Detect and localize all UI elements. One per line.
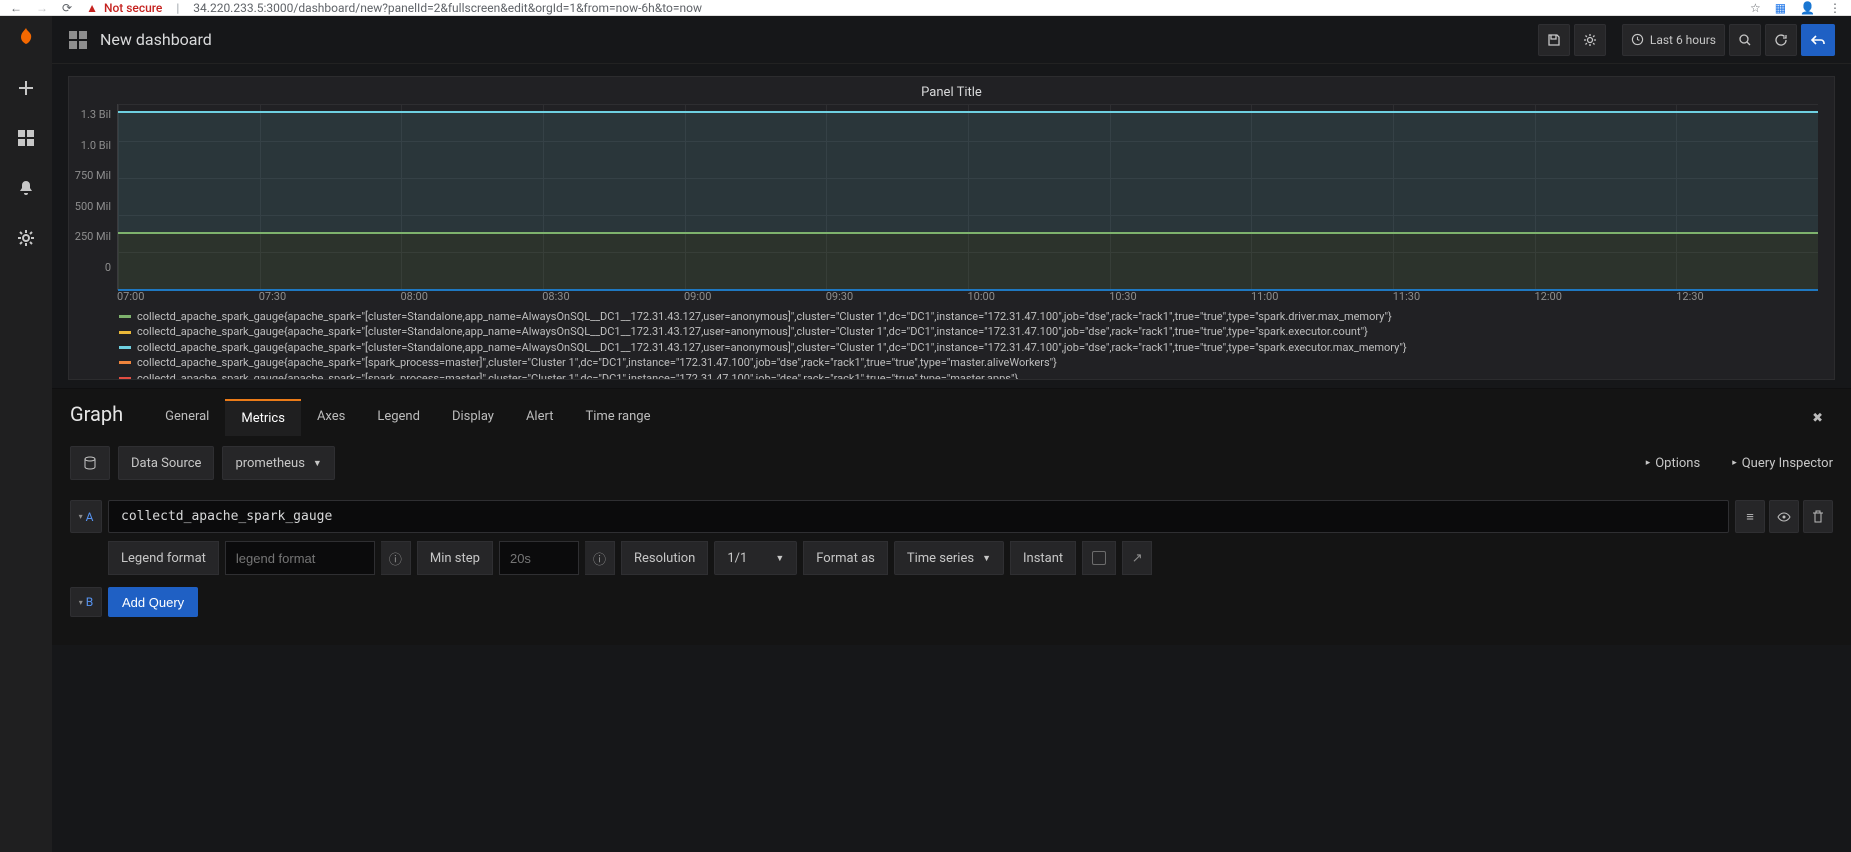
legend-item[interactable]: collectd_apache_spark_gauge{apache_spark… bbox=[119, 324, 1824, 339]
back-icon[interactable]: ← bbox=[10, 1, 22, 15]
query-options-bar: Data Source prometheus▼ ▸Options ▸Query … bbox=[52, 436, 1851, 490]
editor-tabs: GeneralMetricsAxesLegendDisplayAlertTime… bbox=[149, 399, 666, 436]
tab-display[interactable]: Display bbox=[436, 399, 510, 436]
grafana-logo-icon[interactable] bbox=[14, 26, 38, 50]
datasource-picker[interactable]: prometheus▼ bbox=[222, 446, 334, 480]
settings-button[interactable] bbox=[1574, 24, 1606, 56]
browser-chrome: ← → ⟳ ▲ Not secure | 34.220.233.5:3000/d… bbox=[0, 0, 1851, 16]
dashboards-icon[interactable] bbox=[14, 126, 38, 150]
forward-icon[interactable]: → bbox=[36, 1, 48, 15]
tab-legend[interactable]: Legend bbox=[361, 399, 436, 436]
gear-icon[interactable] bbox=[14, 226, 38, 250]
add-query-button[interactable]: Add Query bbox=[108, 587, 198, 617]
panel-title[interactable]: Panel Title bbox=[69, 77, 1834, 104]
min-step-input[interactable] bbox=[499, 541, 579, 575]
resolution-label: Resolution bbox=[621, 541, 708, 575]
close-editor-button[interactable]: ✖ bbox=[1802, 401, 1833, 436]
extension-icon[interactable]: ▦ bbox=[1775, 1, 1786, 15]
warning-icon: ▲ bbox=[86, 1, 98, 15]
legend-info-icon[interactable]: ⓘ bbox=[381, 541, 411, 575]
legend-format-label: Legend format bbox=[108, 541, 219, 575]
bell-icon[interactable] bbox=[14, 176, 38, 200]
options-toggle[interactable]: ▸Options bbox=[1646, 456, 1701, 471]
resolution-select[interactable]: 1/1▼ bbox=[714, 541, 797, 575]
external-link-icon[interactable]: ↗ bbox=[1122, 541, 1152, 575]
graph-panel: Panel Title 1.3 Bil1.0 Bil750 Mil500 Mil… bbox=[68, 76, 1835, 380]
star-icon[interactable]: ☆ bbox=[1750, 1, 1761, 15]
legend-item[interactable]: collectd_apache_spark_gauge{apache_spark… bbox=[119, 309, 1824, 324]
refresh-button[interactable] bbox=[1765, 24, 1797, 56]
query-b-toggle[interactable]: ▾B bbox=[70, 587, 102, 617]
query-delete-icon[interactable] bbox=[1803, 500, 1833, 533]
dashboard-title[interactable]: New dashboard bbox=[100, 30, 212, 49]
min-step-label: Min step bbox=[417, 541, 493, 575]
tab-time-range[interactable]: Time range bbox=[569, 399, 666, 436]
dashboard-header: New dashboard Last 6 hours bbox=[52, 16, 1851, 64]
reload-icon[interactable]: ⟳ bbox=[62, 1, 72, 15]
tab-metrics[interactable]: Metrics bbox=[225, 399, 301, 436]
clock-icon bbox=[1631, 33, 1644, 46]
query-menu-icon[interactable]: ≡ bbox=[1735, 500, 1765, 533]
not-secure-badge: ▲ Not secure bbox=[86, 1, 162, 15]
query-inspector-button[interactable]: ▸Query Inspector bbox=[1732, 456, 1833, 471]
format-as-select[interactable]: Time series▼ bbox=[894, 541, 1004, 575]
plus-icon[interactable] bbox=[14, 76, 38, 100]
chart-plot[interactable] bbox=[117, 104, 1818, 290]
database-icon bbox=[83, 456, 97, 470]
menu-icon[interactable]: ⋮ bbox=[1829, 1, 1841, 15]
left-sidebar bbox=[0, 16, 52, 852]
legend-format-input[interactable] bbox=[225, 541, 375, 575]
editor-header: Graph GeneralMetricsAxesLegendDisplayAle… bbox=[52, 388, 1851, 436]
user-icon[interactable]: 👤 bbox=[1800, 1, 1815, 15]
tab-axes[interactable]: Axes bbox=[301, 399, 361, 436]
instant-label: Instant bbox=[1010, 541, 1076, 575]
panel-type-title: Graph bbox=[70, 402, 123, 436]
url-text[interactable]: 34.220.233.5:3000/dashboard/new?panelId=… bbox=[193, 1, 702, 15]
legend-item[interactable]: collectd_apache_spark_gauge{apache_spark… bbox=[119, 371, 1824, 379]
query-a-input[interactable] bbox=[108, 500, 1729, 533]
query-a-toggle[interactable]: ▾A bbox=[70, 500, 102, 533]
datasource-icon-chip bbox=[70, 446, 110, 480]
back-button[interactable] bbox=[1801, 24, 1835, 56]
datasource-label: Data Source bbox=[118, 446, 214, 480]
zoom-out-button[interactable] bbox=[1729, 24, 1761, 56]
format-as-label: Format as bbox=[803, 541, 888, 575]
chart-legend: collectd_apache_spark_gauge{apache_spark… bbox=[69, 303, 1834, 379]
x-axis: 07:0007:3008:0008:3009:0009:3010:0010:30… bbox=[69, 290, 1834, 303]
save-button[interactable] bbox=[1538, 24, 1570, 56]
time-range-button[interactable]: Last 6 hours bbox=[1622, 24, 1725, 56]
query-editor: ▾A ≡ Legend format ⓘ Min step ⓘ Resoluti… bbox=[52, 490, 1851, 645]
tab-alert[interactable]: Alert bbox=[510, 399, 570, 436]
tab-general[interactable]: General bbox=[149, 399, 225, 436]
query-eye-icon[interactable] bbox=[1769, 500, 1799, 533]
min-step-info-icon[interactable]: ⓘ bbox=[585, 541, 615, 575]
instant-checkbox[interactable] bbox=[1082, 541, 1116, 575]
dashboard-grid-icon[interactable] bbox=[68, 30, 88, 50]
y-axis: 1.3 Bil1.0 Bil750 Mil500 Mil250 Mil0 bbox=[69, 104, 117, 290]
legend-item[interactable]: collectd_apache_spark_gauge{apache_spark… bbox=[119, 340, 1824, 355]
legend-item[interactable]: collectd_apache_spark_gauge{apache_spark… bbox=[119, 355, 1824, 370]
